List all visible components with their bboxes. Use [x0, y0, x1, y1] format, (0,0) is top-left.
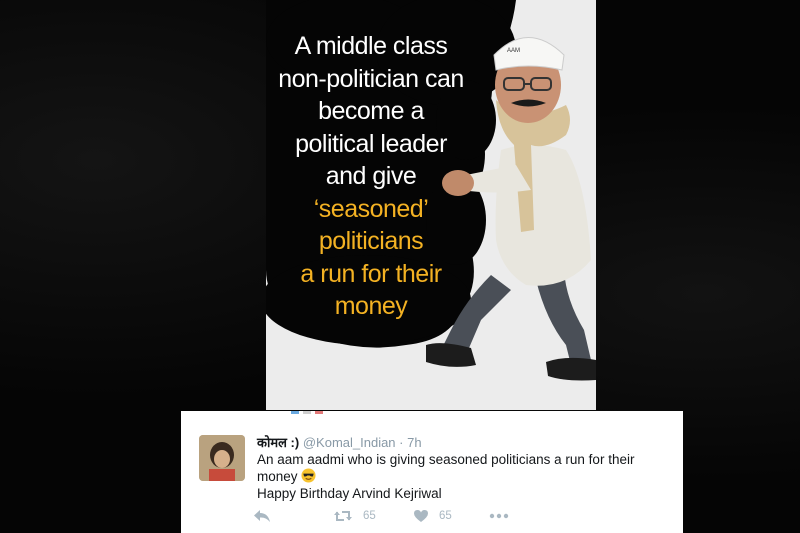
tweet-card[interactable]: कोमल :) @Komal_Indian · 7h An aam aadmi … — [181, 411, 683, 533]
tweet-text-line: Happy Birthday Arvind Kejriwal — [257, 486, 442, 501]
user-handle[interactable]: @Komal_Indian — [303, 435, 396, 450]
display-name[interactable]: कोमल :) — [257, 435, 299, 450]
timestamp[interactable]: 7h — [407, 435, 421, 450]
tweet-text-line: An aam aadmi who is giving seasoned poli… — [257, 452, 635, 467]
cap-text: AAM — [507, 48, 520, 54]
like-button[interactable]: 65 — [413, 509, 452, 523]
retweet-icon — [334, 511, 352, 521]
tweet-text-line-with-emoji: money — [257, 468, 667, 485]
more-dots-icon — [489, 513, 509, 519]
retweet-count: 65 — [363, 510, 376, 522]
retweet-button[interactable]: 65 — [333, 509, 376, 523]
avatar[interactable] — [199, 435, 245, 481]
carousel-dots — [291, 411, 323, 414]
tweet-header: कोमल :) @Komal_Indian · 7h — [257, 433, 422, 451]
tweet-actions: 65 65 — [253, 509, 673, 531]
poster-image: A middle class non-politician can become… — [266, 0, 596, 410]
avatar-image — [199, 435, 245, 481]
more-options-button[interactable] — [489, 513, 509, 519]
like-count: 65 — [439, 510, 452, 522]
reply-icon — [254, 510, 270, 522]
heart-icon — [414, 510, 428, 522]
tweet-text: An aam aadmi who is giving seasoned poli… — [257, 451, 667, 502]
separator: · — [399, 435, 404, 450]
sunglasses-emoji-icon — [301, 468, 316, 483]
tweet-text-line: money — [257, 469, 298, 484]
cartoon-character: AAM — [426, 37, 596, 381]
reply-button[interactable] — [253, 509, 271, 523]
